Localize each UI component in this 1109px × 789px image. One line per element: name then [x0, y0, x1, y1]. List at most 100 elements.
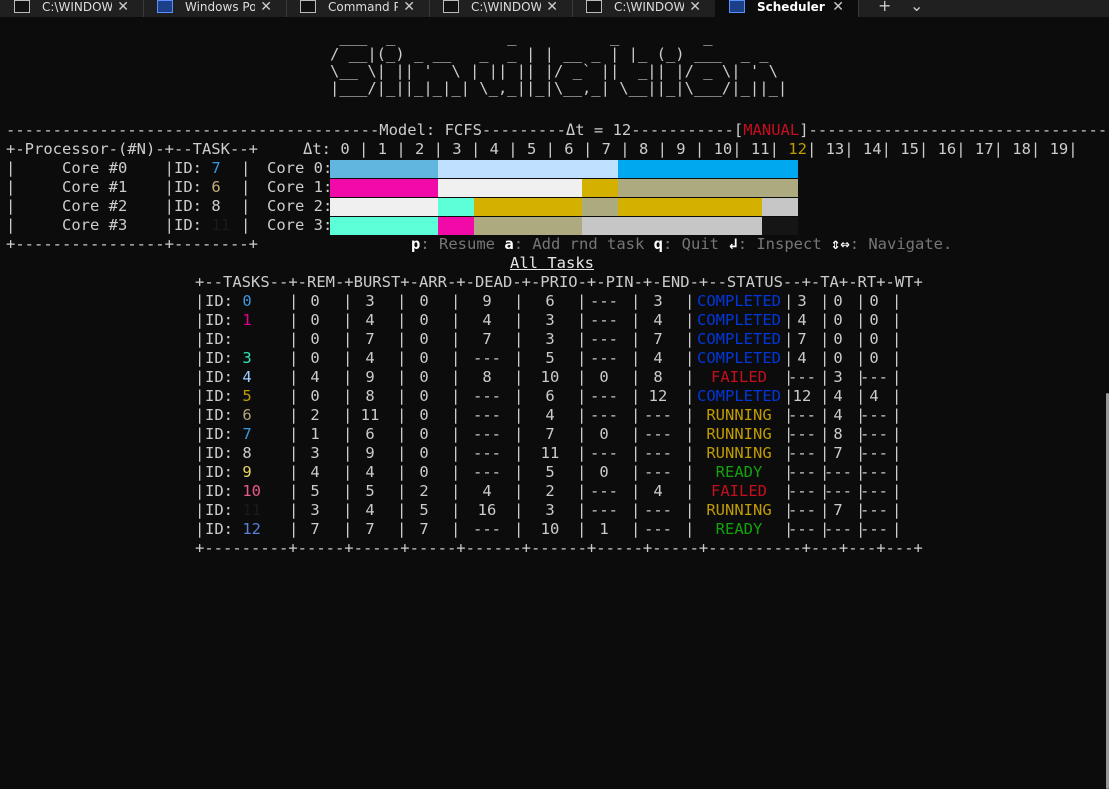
cell-prio: 10 [540, 368, 560, 386]
processor-row[interactable]: | Core #1 |ID: 6 [6, 178, 221, 197]
cell-border: | [451, 330, 461, 348]
task-id: 8 [242, 444, 252, 462]
tab-dropdown-button[interactable]: ⌄ [910, 0, 923, 15]
cell-border: | [892, 330, 902, 348]
task-id-cell: ID: 11 [205, 501, 261, 520]
cell-rem: 3 [310, 501, 320, 519]
cell-rt: --- [824, 463, 852, 481]
cell-border: | [892, 292, 902, 310]
cell-wt: --- [860, 368, 888, 386]
row-border: | [6, 197, 62, 215]
cell-border: | [577, 482, 587, 500]
timeline-block [582, 198, 618, 216]
timeline-label: Core 2: [267, 197, 333, 215]
tab-2[interactable]: Command P ✕ [286, 0, 430, 17]
close-icon[interactable]: ✕ [832, 0, 844, 15]
help-key: a [504, 235, 514, 253]
cell-status: COMPLETED [697, 330, 781, 348]
task-id-label: ID: [174, 159, 212, 177]
tab-4[interactable]: C:\WINDOW ✕ [572, 0, 716, 17]
timeline-block [582, 217, 762, 235]
processor-row[interactable]: | Core #0 |ID: 7 [6, 159, 221, 178]
cell-border: | [631, 482, 641, 500]
task-id: 3 [242, 349, 252, 367]
banner-line: \__ \| || ' \ | || || |/ _` || _|| |/ _ … [330, 62, 778, 80]
cell-border: | [892, 349, 902, 367]
close-icon[interactable]: ✕ [117, 0, 129, 15]
cmd-icon [300, 0, 316, 13]
cell-border: | [892, 520, 902, 538]
cell-border: | [343, 482, 353, 500]
processor-row[interactable]: | Core #3 |ID: 11 [6, 216, 230, 235]
tab-label: Windows Po [185, 0, 255, 14]
model-line-suffix: ]-------------------------------- [799, 121, 1108, 139]
cell-burst: 8 [365, 387, 375, 405]
cell-dead: --- [473, 520, 501, 538]
tab-0[interactable]: C:\WINDOW ✕ [0, 0, 144, 17]
cell-pin: --- [590, 349, 618, 367]
task-id-cell: ID: 7 [205, 425, 252, 444]
timeline-block [330, 179, 438, 197]
dt-axis: Δt: 0 | 1 | 2 | 3 | 4 | 5 | 6 | 7 | 8 | … [303, 140, 1078, 159]
task-id-cell: ID: 12 [205, 520, 261, 539]
cell-dead: 16 [477, 501, 497, 519]
processor-row[interactable]: | Core #2 |ID: 8 [6, 197, 221, 216]
cell-border: | [514, 482, 524, 500]
cell-border: | [685, 482, 695, 500]
cell-rem: 4 [310, 463, 320, 481]
cell-border: | [685, 501, 695, 519]
cell-border: | [195, 292, 205, 310]
cell-border: | [784, 292, 794, 310]
task-id-label: ID: [205, 406, 243, 424]
cell-border: | [451, 425, 461, 443]
cell-burst: 4 [365, 311, 375, 329]
new-tab-button[interactable]: + [878, 0, 891, 15]
task-id: 4 [242, 368, 252, 386]
cell-end: --- [644, 425, 672, 443]
cell-pin: --- [590, 330, 618, 348]
cell-burst: 3 [365, 292, 375, 310]
cell-border: | [784, 311, 794, 329]
cell-border: | [289, 406, 299, 424]
cell-prio: 3 [545, 501, 555, 519]
close-icon[interactable]: ✕ [260, 0, 272, 15]
cell-border: | [289, 482, 299, 500]
task-id-label: ID: [205, 520, 243, 538]
help-key: ↲ [728, 235, 738, 253]
row-sep: | [127, 159, 174, 177]
cell-border: | [820, 501, 830, 519]
tab-5[interactable]: Scheduler Si ✕ [715, 0, 859, 17]
cell-border: | [820, 349, 830, 367]
cell-border: | [577, 349, 587, 367]
cell-ta: --- [788, 444, 816, 462]
close-icon[interactable]: ✕ [546, 0, 558, 15]
cell-border: | [195, 330, 205, 348]
cell-border: | [289, 349, 299, 367]
terminal-area[interactable]: ___ _ _ _ _ / __|(_) _ __ _ _ | | __ _ |… [0, 17, 1109, 789]
cell-border: | [397, 387, 407, 405]
task-id-cell: ID: 3 [205, 349, 252, 368]
tab-1[interactable]: Windows Po ✕ [143, 0, 287, 17]
cell-rt: 7 [833, 444, 843, 462]
timeline-block [438, 179, 582, 197]
cell-border: | [631, 406, 641, 424]
cell-border: | [820, 292, 830, 310]
tab-3[interactable]: C:\WINDOW ✕ [429, 0, 573, 17]
cell-wt: --- [860, 406, 888, 424]
close-icon[interactable]: ✕ [403, 0, 415, 15]
cell-border: | [397, 501, 407, 519]
cell-wt: 4 [869, 387, 879, 405]
task-id-label: ID: [205, 444, 243, 462]
close-icon[interactable]: ✕ [689, 0, 701, 15]
cell-wt: --- [860, 444, 888, 462]
cell-border: | [577, 501, 587, 519]
cell-ta: --- [788, 501, 816, 519]
cell-pin: --- [590, 444, 618, 462]
task-id-cell: ID: 8 [205, 444, 252, 463]
cell-border: | [397, 368, 407, 386]
cell-border: | [451, 520, 461, 538]
cell-border: | [685, 444, 695, 462]
cell-border: | [685, 368, 695, 386]
cell-border: | [784, 349, 794, 367]
timeline-block [618, 179, 798, 197]
